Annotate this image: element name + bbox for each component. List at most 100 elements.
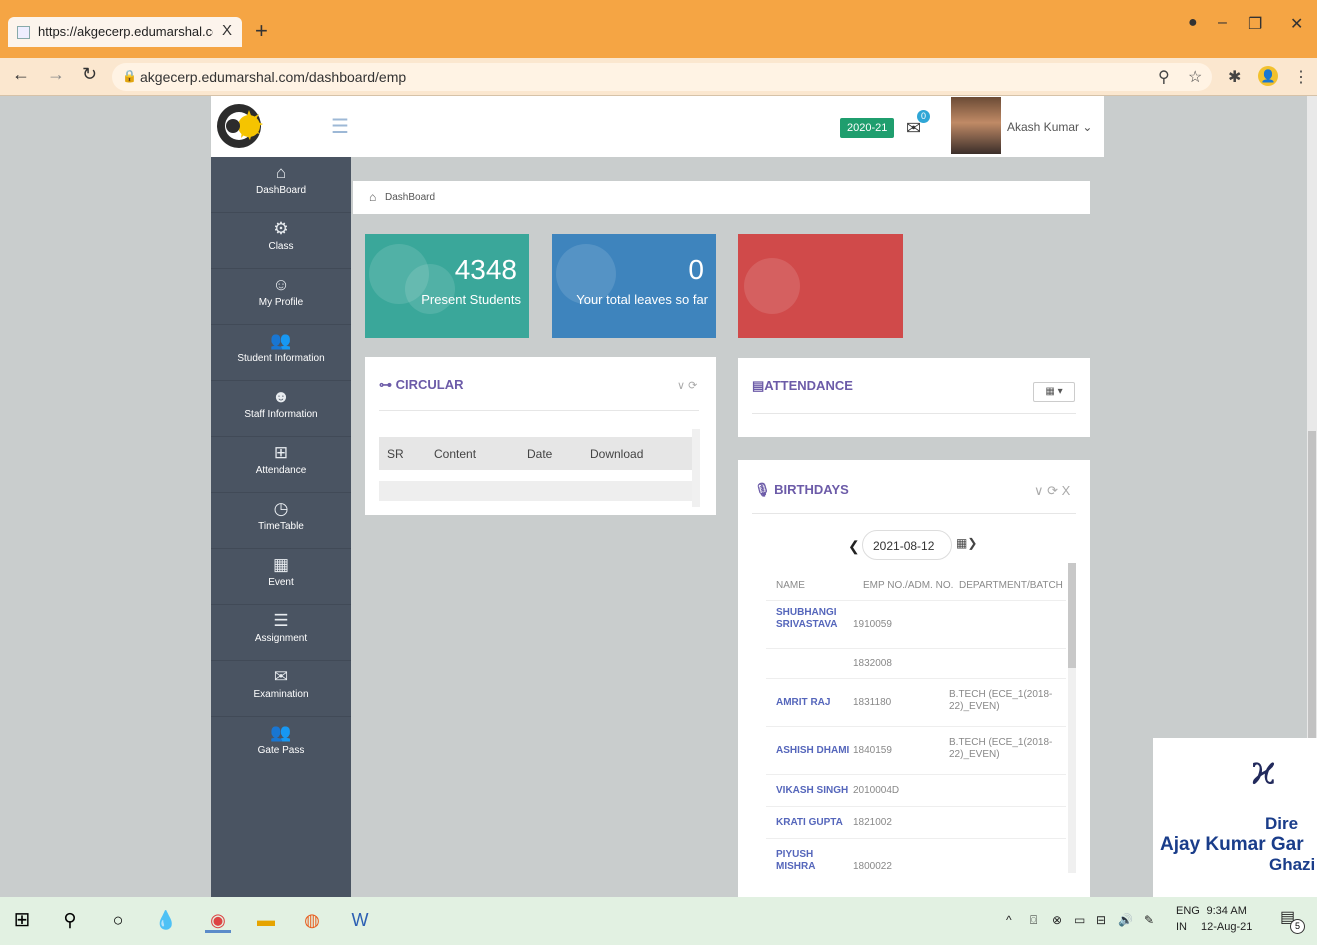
extensions-icon[interactable]: ✱ (1228, 67, 1241, 87)
sidebar-item-class[interactable]: ⚙ Class (211, 213, 351, 269)
table-row: ASHISH DHAMI 1840159 B.TECH (ECE_1(2018-… (766, 726, 1066, 774)
table-empty-row (379, 481, 692, 501)
address-bar[interactable]: 🔒 akgecerp.edumarshal.com/dashboard/emp (112, 63, 1212, 91)
bookmark-star-icon[interactable]: ☆ (1188, 67, 1202, 87)
globe-tile[interactable] (738, 234, 903, 338)
sidebar-item-gate-pass[interactable]: 👥 Gate Pass (211, 717, 351, 773)
home-icon[interactable]: ⌂ (369, 190, 376, 204)
divider (752, 513, 1076, 514)
user-avatar[interactable] (951, 97, 1001, 154)
col-sr: SR (387, 447, 404, 461)
menu-toggle-icon[interactable]: ☰ (331, 114, 349, 139)
sidebar-item-label: Class (268, 241, 294, 252)
firefox-icon[interactable]: ◍ (299, 907, 325, 933)
calculator-icon: ⊞ (273, 443, 289, 462)
signature-stamp: ϰ Dire Ajay Kumar Gar Ghazi (1153, 738, 1317, 897)
present-students-count: 4348 (454, 254, 517, 285)
clock-icon: ◷ (273, 499, 289, 518)
table-row: VIKASH SINGH 2010004D (766, 774, 1066, 806)
browser-tab[interactable]: https://akgecerp.edumarshal.com X (8, 17, 242, 47)
language-indicator[interactable]: ENG IN (1176, 903, 1200, 935)
sidebar-item-assignment[interactable]: ☰ Assignment (211, 605, 351, 661)
tab-title: https://akgecerp.edumarshal.com (38, 24, 213, 39)
new-tab-button[interactable]: + (255, 18, 268, 44)
cortana-icon[interactable]: ○ (105, 907, 131, 933)
table-header: SR Content Date Download (379, 437, 692, 470)
security-icon[interactable]: ⊗ (1052, 913, 1062, 927)
circular-table: SR Content Date Download (379, 437, 692, 501)
calendar-icon: ▤ (752, 378, 765, 393)
lang-code: ENG (1176, 905, 1200, 917)
volume-icon[interactable]: 🔊 (1118, 913, 1133, 927)
leaves-count: 0 (688, 254, 704, 285)
browser-profile-icon[interactable]: 👤 (1258, 66, 1278, 86)
pen-icon[interactable]: ✎ (1144, 913, 1154, 927)
sidebar-item-label: Attendance (255, 465, 307, 476)
close-window-button[interactable]: ✕ (1290, 14, 1303, 34)
sidebar-item-label: Assignment (254, 633, 308, 644)
calendar-next-button[interactable]: ▦❯ (956, 536, 977, 550)
attendance-card: ▤ATTENDANCE ▦ ▾ (738, 358, 1090, 437)
network-icon[interactable]: ⊟ (1096, 913, 1106, 927)
collapse-refresh-icons[interactable]: ∨ ⟳ (677, 379, 697, 392)
tab-close-button[interactable]: X (222, 22, 232, 39)
word-icon[interactable]: W (347, 907, 373, 933)
leaves-tile[interactable]: 0 Your total leaves so far (552, 234, 716, 338)
forward-button[interactable]: → (47, 64, 65, 85)
divider (379, 410, 699, 411)
browser-account-icon[interactable]: ● (1188, 14, 1198, 32)
scrollbar-thumb[interactable] (1068, 563, 1076, 668)
sidebar: ⌂ DashBoard ⚙ Class ☺ My Profile 👥 Stude… (211, 157, 351, 897)
battery-icon[interactable]: ▭ (1074, 913, 1085, 927)
windows-taskbar: ⊞ ⚲ ○ 💧 ◉ ▬ ◍ W ^ ⌼ ⊗ ▭ ⊟ 🔊 ✎ ENG IN 9:3… (0, 897, 1317, 945)
sidebar-item-label: TimeTable (258, 521, 304, 532)
meet-now-icon[interactable]: ⌼ (1030, 913, 1037, 928)
menu-dots-icon[interactable]: ⋮ (1293, 67, 1309, 87)
page-viewport: ☰ 2020-21 ✉ 0 Akash Kumar ⌄ ⌂ DashBoard … (0, 96, 1317, 897)
sidebar-item-label: My Profile (258, 297, 304, 308)
college-logo (217, 104, 263, 148)
zoom-icon[interactable]: ⚲ (1158, 67, 1170, 87)
session-badge[interactable]: 2020-21 (840, 118, 895, 138)
back-button[interactable]: ← (12, 64, 30, 85)
staff-icon: ☻ (272, 387, 290, 406)
minimize-button[interactable]: – (1218, 14, 1227, 32)
prev-date-button[interactable]: ❮ (848, 538, 860, 555)
sidebar-item-dashboard[interactable]: ⌂ DashBoard (211, 157, 351, 213)
row-emp: 1831180 (853, 697, 892, 708)
sidebar-item-staff-information[interactable]: ☻ Staff Information (211, 381, 351, 437)
windows-start-icon[interactable]: ⊞ (9, 907, 35, 933)
restore-button[interactable]: ❐ (1248, 14, 1262, 34)
birthday-scrollbar[interactable] (1068, 563, 1076, 873)
stamp-line-1: Dire (1265, 814, 1299, 833)
present-students-tile[interactable]: 4348 Present Students (365, 234, 529, 338)
reload-button[interactable]: ↻ (82, 64, 97, 85)
sidebar-item-timetable[interactable]: ◷ TimeTable (211, 493, 351, 549)
sidebar-item-event[interactable]: ▦ Event (211, 549, 351, 605)
attendance-date-dropdown[interactable]: ▦ ▾ (1033, 382, 1075, 402)
row-name: KRATI GUPTA (776, 817, 843, 828)
user-menu[interactable]: Akash Kumar ⌄ (1007, 120, 1092, 134)
chrome-icon[interactable]: ◉ (205, 907, 231, 933)
edge-icon[interactable]: 💧 (153, 907, 179, 933)
notification-count-badge: 5 (1290, 919, 1305, 934)
sidebar-item-student-information[interactable]: 👥 Student Information (211, 325, 351, 381)
file-explorer-icon[interactable]: ▬ (253, 907, 279, 933)
envelope-icon: ✉ (273, 667, 289, 686)
show-hidden-icons-icon[interactable]: ^ (1006, 913, 1012, 927)
sidebar-item-examination[interactable]: ✉ Examination (211, 661, 351, 717)
collapse-refresh-close-icons[interactable]: ∨ ⟳ X (1034, 483, 1070, 499)
breadcrumb-dashboard[interactable]: DashBoard (385, 192, 435, 203)
row-emp: 1800022 (853, 861, 892, 872)
user-icon: ☺ (272, 275, 290, 294)
table-row: KRATI GUPTA 1821002 (766, 806, 1066, 838)
search-icon[interactable]: ⚲ (57, 907, 83, 933)
birthday-date-input[interactable]: 2021-08-12 (862, 530, 952, 560)
sidebar-item-attendance[interactable]: ⊞ Attendance (211, 437, 351, 493)
browser-toolbar: ← → ↻ 🔒 akgecerp.edumarshal.com/dashboar… (0, 58, 1317, 96)
sidebar-item-my-profile[interactable]: ☺ My Profile (211, 269, 351, 325)
circular-scrollbar[interactable] (692, 429, 700, 507)
row-emp: 1821002 (853, 817, 892, 828)
system-clock[interactable]: 9:34 AM 12-Aug-21 (1201, 903, 1252, 935)
birthday-table: NAME EMP NO./ADM. NO. DEPARTMENT/BATCH S… (766, 570, 1066, 884)
